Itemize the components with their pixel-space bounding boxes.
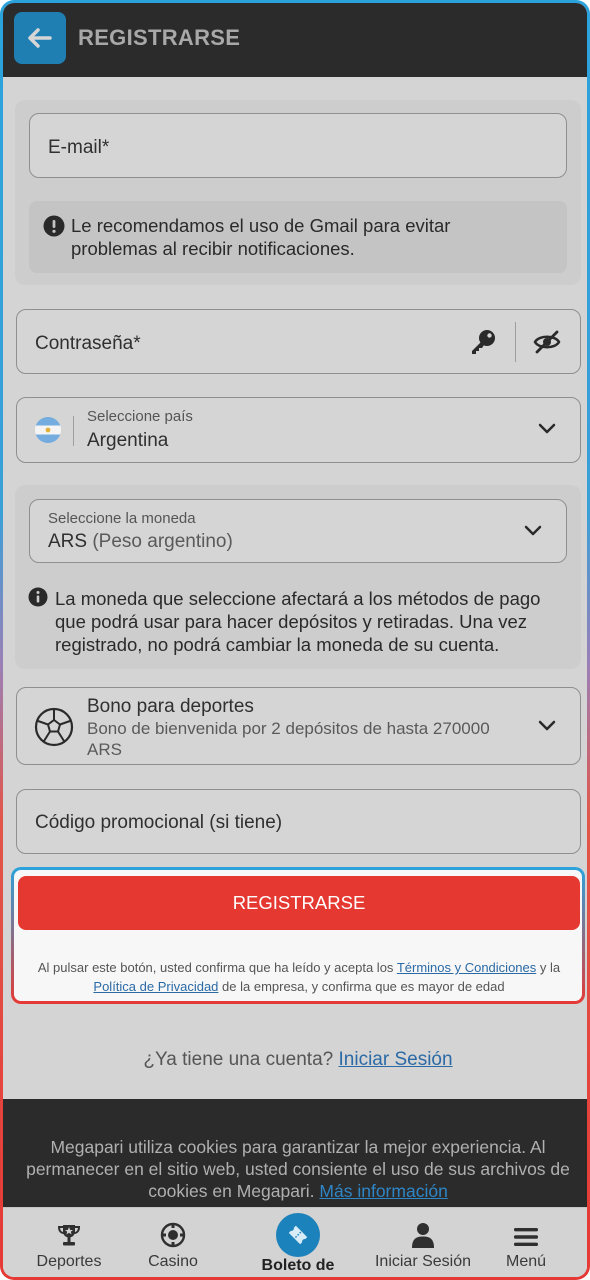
arrow-left-icon — [28, 28, 52, 48]
bonus-description: Bono de bienvenida por 2 depósitos de ha… — [87, 719, 490, 759]
chevron-down-icon — [524, 525, 542, 536]
promo-code-placeholder: Código promocional (si tiene) — [35, 812, 283, 833]
password-field[interactable]: Contraseña* — [16, 309, 581, 374]
gmail-note-text: Le recomendamos el uso de Gmail para evi… — [71, 215, 451, 259]
app-frame: REGISTRARSE E-mail* Le recomendamos el u… — [0, 0, 590, 1280]
currency-name: (Peso argentino) — [92, 531, 233, 552]
cookie-banner: Megapari utiliza cookies para garantizar… — [3, 1099, 587, 1207]
header-bar: REGISTRARSE — [3, 3, 587, 77]
register-section: REGISTRARSE Al pulsar este botón, usted … — [11, 867, 585, 1004]
key-icon[interactable] — [469, 328, 497, 356]
nav-betslip-label: Boleto de apuestas — [261, 1257, 335, 1277]
currency-label: Seleccione la moneda — [48, 510, 196, 527]
currency-value: ARS (Peso argentino) — [48, 531, 233, 553]
login-prompt: ¿Ya tiene una cuenta? Iniciar Sesión — [3, 1049, 587, 1071]
country-select[interactable]: Seleccione país Argentina — [16, 397, 581, 463]
currency-note: La moneda que seleccione afectará a los … — [55, 588, 541, 655]
back-button[interactable] — [14, 12, 66, 64]
login-link[interactable]: Iniciar Sesión — [339, 1049, 453, 1070]
nav-casino[interactable]: Casino — [133, 1208, 213, 1277]
promo-code-field[interactable]: Código promocional (si tiene) — [16, 789, 581, 854]
terms-link[interactable]: Términos y Condiciones — [397, 960, 536, 975]
info-icon — [28, 587, 48, 607]
eye-off-icon[interactable] — [533, 330, 561, 354]
legal-text: Al pulsar este botón, usted confirma que… — [20, 958, 578, 996]
exclamation-icon — [43, 215, 65, 237]
soccer-ball-icon — [34, 707, 74, 747]
casino-chip-icon — [160, 1222, 186, 1248]
argentina-flag-icon — [35, 417, 61, 443]
nav-sports[interactable]: Deportes — [25, 1208, 113, 1277]
nav-casino-label: Casino — [148, 1253, 198, 1270]
email-placeholder: E-mail* — [48, 137, 110, 158]
country-divider — [73, 416, 74, 446]
cookie-text: Megapari utiliza cookies para garantizar… — [15, 1136, 581, 1202]
currency-code: ARS — [48, 531, 88, 552]
nav-menu-label: Menú — [505, 1253, 547, 1270]
chevron-down-icon — [538, 720, 556, 731]
country-label: Seleccione país — [87, 408, 193, 425]
cookie-more-info-link[interactable]: Más información — [319, 1181, 447, 1201]
legal-mid: y la — [536, 960, 561, 975]
register-button[interactable]: REGISTRARSE — [18, 876, 580, 930]
page-title: REGISTRARSE — [78, 25, 241, 50]
nav-menu[interactable]: Menú — [491, 1208, 561, 1277]
privacy-link[interactable]: Política de Privacidad — [93, 979, 218, 994]
menu-icon — [514, 1228, 538, 1246]
cookie-message: Megapari utiliza cookies para garantizar… — [26, 1137, 570, 1201]
gmail-note: Le recomendamos el uso de Gmail para evi… — [29, 201, 567, 273]
legal-suffix: de la empresa, y confirma que es mayor d… — [218, 979, 505, 994]
chevron-down-icon — [538, 423, 556, 434]
password-divider — [515, 322, 516, 362]
nav-login[interactable]: Iniciar Sesión — [373, 1208, 473, 1277]
ticket-icon — [288, 1225, 308, 1245]
nav-login-label: Iniciar Sesión — [374, 1253, 472, 1270]
bonus-select[interactable]: Bono para deportes Bono de bienvenida po… — [16, 687, 581, 765]
trophy-icon — [57, 1225, 81, 1246]
legal-prefix: Al pulsar este botón, usted confirma que… — [37, 960, 397, 975]
nav-sports-label: Deportes — [36, 1253, 102, 1270]
currency-select[interactable]: Seleccione la moneda ARS (Peso argentino… — [29, 499, 567, 563]
user-icon — [412, 1223, 434, 1248]
password-placeholder: Contraseña* — [35, 333, 141, 354]
login-question: ¿Ya tiene una cuenta? — [143, 1049, 334, 1070]
country-value: Argentina — [87, 430, 169, 451]
bonus-title: Bono para deportes — [87, 696, 254, 717]
nav-betslip-button[interactable] — [276, 1213, 320, 1257]
email-field[interactable]: E-mail* — [29, 113, 567, 178]
